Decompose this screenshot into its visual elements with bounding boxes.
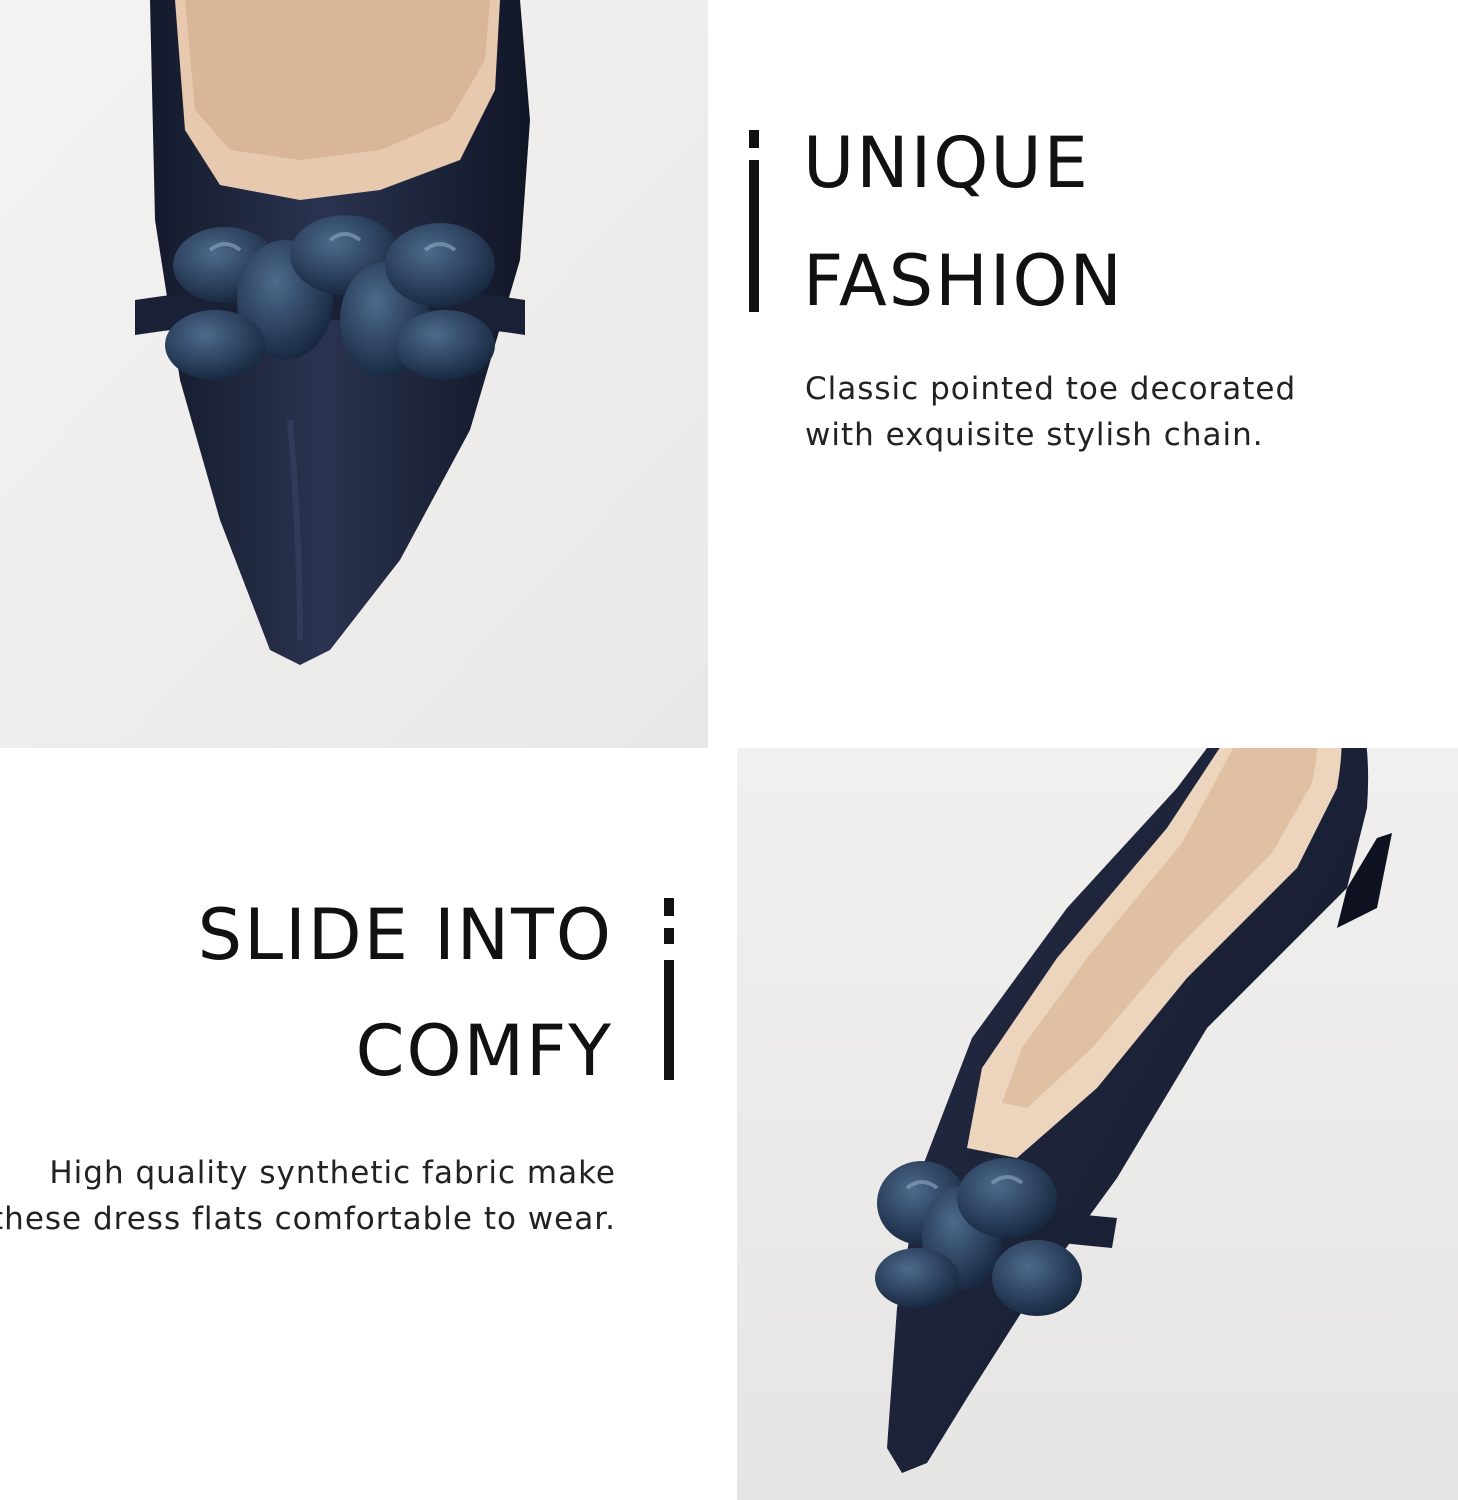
decorative-dot bbox=[749, 130, 759, 148]
description-unique: Classic pointed toe decorated with exqui… bbox=[805, 366, 1296, 458]
description-line: Classic pointed toe decorated bbox=[805, 371, 1297, 407]
heading-fashion: FASHION bbox=[803, 240, 1124, 322]
description-line: with exquisite stylish chain. bbox=[805, 417, 1264, 453]
decorative-bar bbox=[664, 960, 674, 1080]
shoe-side-photo bbox=[737, 748, 1458, 1500]
heading-comfy: COMFY bbox=[355, 1010, 613, 1092]
heading-unique: UNIQUE bbox=[803, 122, 1090, 204]
decorative-dot bbox=[664, 928, 674, 944]
description-line: these dress flats comfortable to wear. bbox=[0, 1201, 616, 1237]
decorative-bar bbox=[749, 160, 759, 312]
decorative-dot bbox=[664, 898, 674, 916]
description-comfy: High quality synthetic fabric make these… bbox=[0, 1150, 616, 1242]
shoe-closeup-photo bbox=[0, 0, 708, 748]
heading-slide-into: SLIDE INTO bbox=[197, 894, 613, 976]
product-infographic: UNIQUE FASHION Classic pointed toe decor… bbox=[0, 0, 1458, 1500]
description-line: High quality synthetic fabric make bbox=[49, 1155, 616, 1191]
